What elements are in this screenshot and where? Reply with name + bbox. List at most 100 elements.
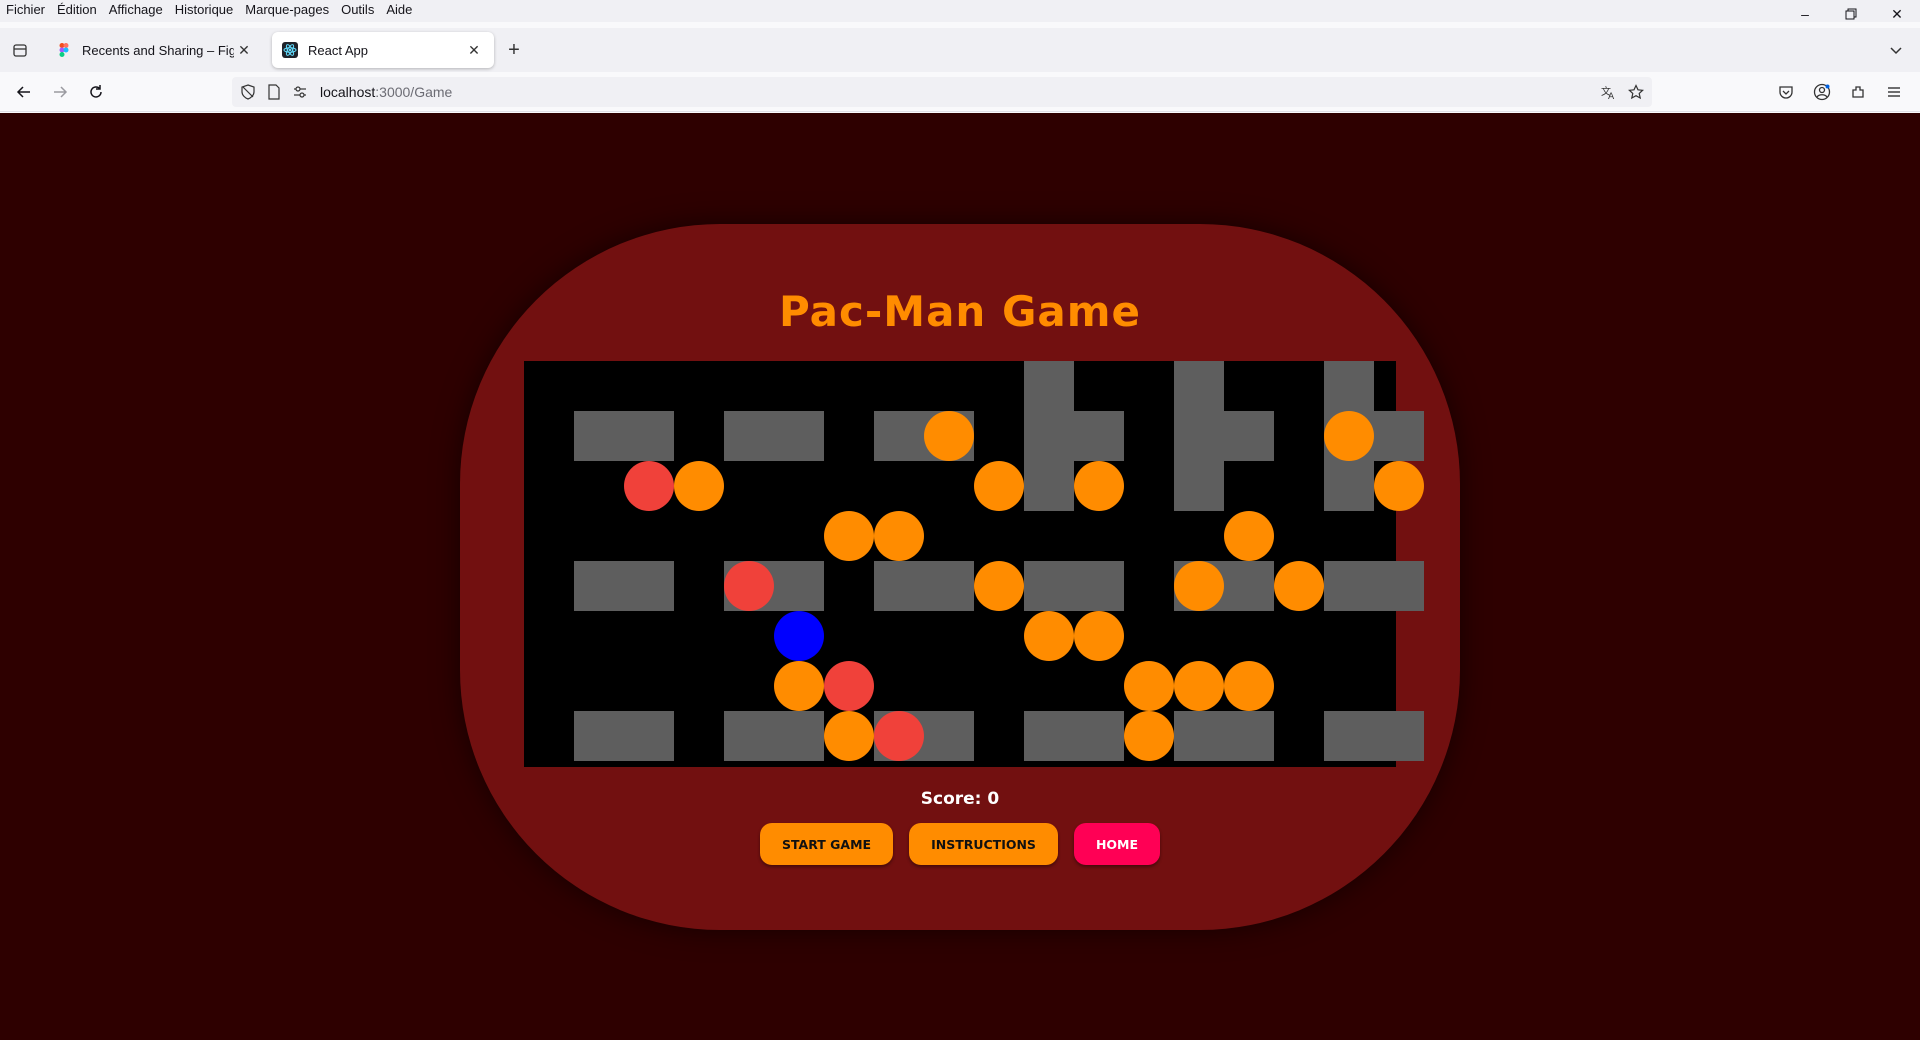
maze-wall <box>1324 361 1374 411</box>
menu-item[interactable]: Édition <box>57 2 97 17</box>
maze-wall <box>1224 411 1274 461</box>
minimize-icon[interactable]: – <box>1782 0 1828 28</box>
permissions-icon[interactable] <box>290 82 310 102</box>
maze-wall <box>1224 561 1274 611</box>
maze-wall <box>924 711 974 761</box>
maze-wall <box>1324 561 1374 611</box>
url-path: :3000/Game <box>375 84 453 100</box>
maze-wall <box>574 711 624 761</box>
menu-items: Fichier Édition Affichage Historique Marque-… <box>6 2 412 17</box>
new-tab-icon[interactable]: + <box>502 38 526 62</box>
page-icon[interactable] <box>264 82 284 102</box>
back-icon[interactable] <box>10 78 38 106</box>
maze-wall <box>1174 411 1224 461</box>
maze-wall <box>1374 561 1424 611</box>
pellet <box>774 661 824 711</box>
maze-wall <box>774 561 824 611</box>
pacman <box>774 611 824 661</box>
window-controls: – ✕ <box>1782 0 1920 28</box>
maze-wall <box>1324 461 1374 511</box>
extensions-icon[interactable] <box>1844 78 1872 106</box>
maze-wall <box>1174 361 1224 411</box>
maze-wall <box>1074 411 1124 461</box>
menu-item[interactable]: Aide <box>386 2 412 17</box>
maze-wall <box>724 411 774 461</box>
maze-wall <box>1074 561 1124 611</box>
tab-figma[interactable]: Recents and Sharing – Figma ✕ <box>46 32 264 68</box>
maze-wall <box>774 411 824 461</box>
maze-wall <box>624 411 674 461</box>
tab-title: React App <box>308 42 368 58</box>
maze-wall <box>1024 711 1074 761</box>
maze-wall <box>924 561 974 611</box>
menu-item[interactable]: Outils <box>341 2 374 17</box>
game-page: Pac-Man Game Score: 0 START GAME INSTRUC… <box>0 113 1920 1040</box>
menu-item[interactable]: Affichage <box>109 2 163 17</box>
pellet <box>1274 561 1324 611</box>
game-buttons: START GAME INSTRUCTIONS HOME <box>0 823 1920 865</box>
star-icon[interactable] <box>1626 82 1646 102</box>
pellet <box>1074 611 1124 661</box>
account-icon[interactable] <box>1808 78 1836 106</box>
maze-wall <box>1374 411 1424 461</box>
pellet <box>974 561 1024 611</box>
pellet <box>824 511 874 561</box>
pellet <box>1124 661 1174 711</box>
pellet <box>1374 461 1424 511</box>
restore-icon[interactable] <box>1828 0 1874 28</box>
maze-wall <box>1024 361 1074 411</box>
chevron-down-icon[interactable] <box>1884 38 1908 62</box>
tab-strip: Recents and Sharing – Figma ✕ React App … <box>0 28 1920 72</box>
close-tab-icon[interactable]: ✕ <box>464 40 484 60</box>
maze-wall <box>624 711 674 761</box>
ghost <box>874 711 924 761</box>
maze-wall <box>874 411 924 461</box>
maze-wall <box>1024 561 1074 611</box>
tab-title: Recents and Sharing – Figma <box>82 42 234 58</box>
maze-wall <box>1024 461 1074 511</box>
hamburger-menu-icon[interactable] <box>1880 78 1908 106</box>
menu-item[interactable]: Historique <box>175 2 234 17</box>
forward-icon[interactable] <box>46 78 74 106</box>
pellet <box>1174 661 1224 711</box>
instructions-button[interactable]: INSTRUCTIONS <box>909 823 1058 865</box>
maze-wall <box>724 711 774 761</box>
reload-icon[interactable] <box>82 78 110 106</box>
shield-icon[interactable] <box>238 82 258 102</box>
menu-item[interactable]: Marque-pages <box>245 2 329 17</box>
maze-wall <box>1374 711 1424 761</box>
maze-wall <box>874 561 924 611</box>
navigation-bar: localhost:3000/Game 文A <box>0 72 1920 112</box>
game-board <box>524 361 1424 767</box>
close-window-icon[interactable]: ✕ <box>1874 0 1920 28</box>
menu-bar: Fichier Édition Affichage Historique Marque-… <box>0 0 1920 22</box>
pellet <box>1324 411 1374 461</box>
maze-wall <box>1024 411 1074 461</box>
close-tab-icon[interactable]: ✕ <box>234 40 254 60</box>
figma-icon <box>56 42 72 58</box>
url-host: localhost <box>320 84 376 100</box>
menu-item[interactable]: Fichier <box>6 2 45 17</box>
pellet <box>1074 461 1124 511</box>
ghost <box>624 461 674 511</box>
url-bar[interactable]: localhost:3000/Game 文A <box>232 77 1652 107</box>
maze-wall <box>1324 711 1374 761</box>
maze-wall <box>774 711 824 761</box>
pellet <box>674 461 724 511</box>
svg-text:A: A <box>1608 92 1615 100</box>
score-display: Score: 0 <box>920 789 1000 809</box>
translate-icon[interactable]: 文A <box>1598 82 1618 102</box>
ghost <box>824 661 874 711</box>
home-button[interactable]: HOME <box>1073 823 1161 865</box>
pellet <box>1224 661 1274 711</box>
start-game-button[interactable]: START GAME <box>759 823 894 865</box>
pellet <box>924 411 974 461</box>
pellet <box>974 461 1024 511</box>
tab-react-app[interactable]: React App ✕ <box>272 32 494 68</box>
tab-list-icon[interactable] <box>8 38 32 62</box>
pocket-icon[interactable] <box>1772 78 1800 106</box>
page-title: Pac-Man Game <box>778 287 1142 336</box>
url-text[interactable]: localhost:3000/Game <box>320 84 452 100</box>
maze-wall <box>1174 711 1224 761</box>
pellet <box>1124 711 1174 761</box>
